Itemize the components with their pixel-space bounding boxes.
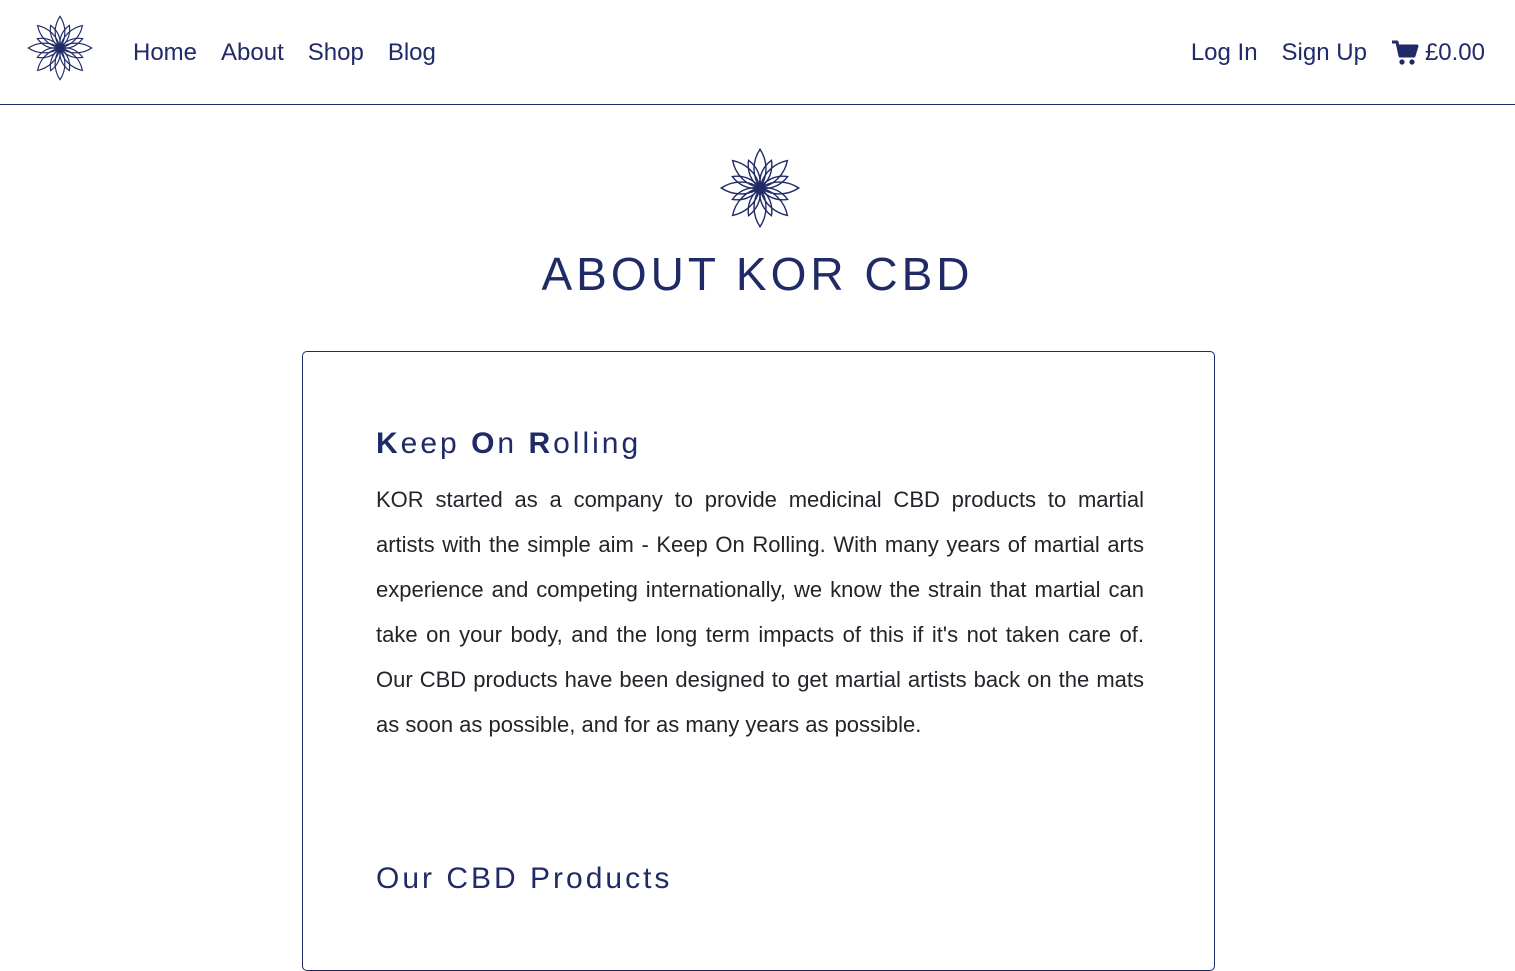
lotus-hero-icon (720, 148, 800, 228)
shopping-cart-icon (1391, 40, 1419, 65)
nav-home-link[interactable]: Home (133, 38, 197, 68)
cart-link[interactable]: £0.00 (1391, 38, 1485, 68)
nav-blog-link[interactable]: Blog (388, 38, 436, 68)
page-title: ABOUT KOR CBD (541, 248, 974, 300)
section-body-keep-on-rolling: KOR started as a company to provide medi… (376, 487, 1144, 737)
site-header: Home About Shop Blog Log In Sign Up £0.0… (0, 0, 1515, 105)
section-heading-keep-on-rolling: Keep On Rolling (376, 427, 642, 460)
nav-about-link[interactable]: About (221, 38, 284, 68)
main-nav: Home About Shop Blog (133, 38, 436, 68)
account-nav: Log In Sign Up £0.00 (1191, 38, 1485, 68)
nav-shop-link[interactable]: Shop (308, 38, 364, 68)
signup-link[interactable]: Sign Up (1282, 38, 1367, 68)
lotus-logo-icon[interactable] (24, 12, 96, 84)
about-card: Keep On Rolling KOR started as a company… (302, 351, 1215, 971)
login-link[interactable]: Log In (1191, 38, 1258, 68)
section-heading-our-cbd-products: Our CBD Products (376, 862, 673, 895)
cart-total: £0.00 (1424, 39, 1485, 66)
